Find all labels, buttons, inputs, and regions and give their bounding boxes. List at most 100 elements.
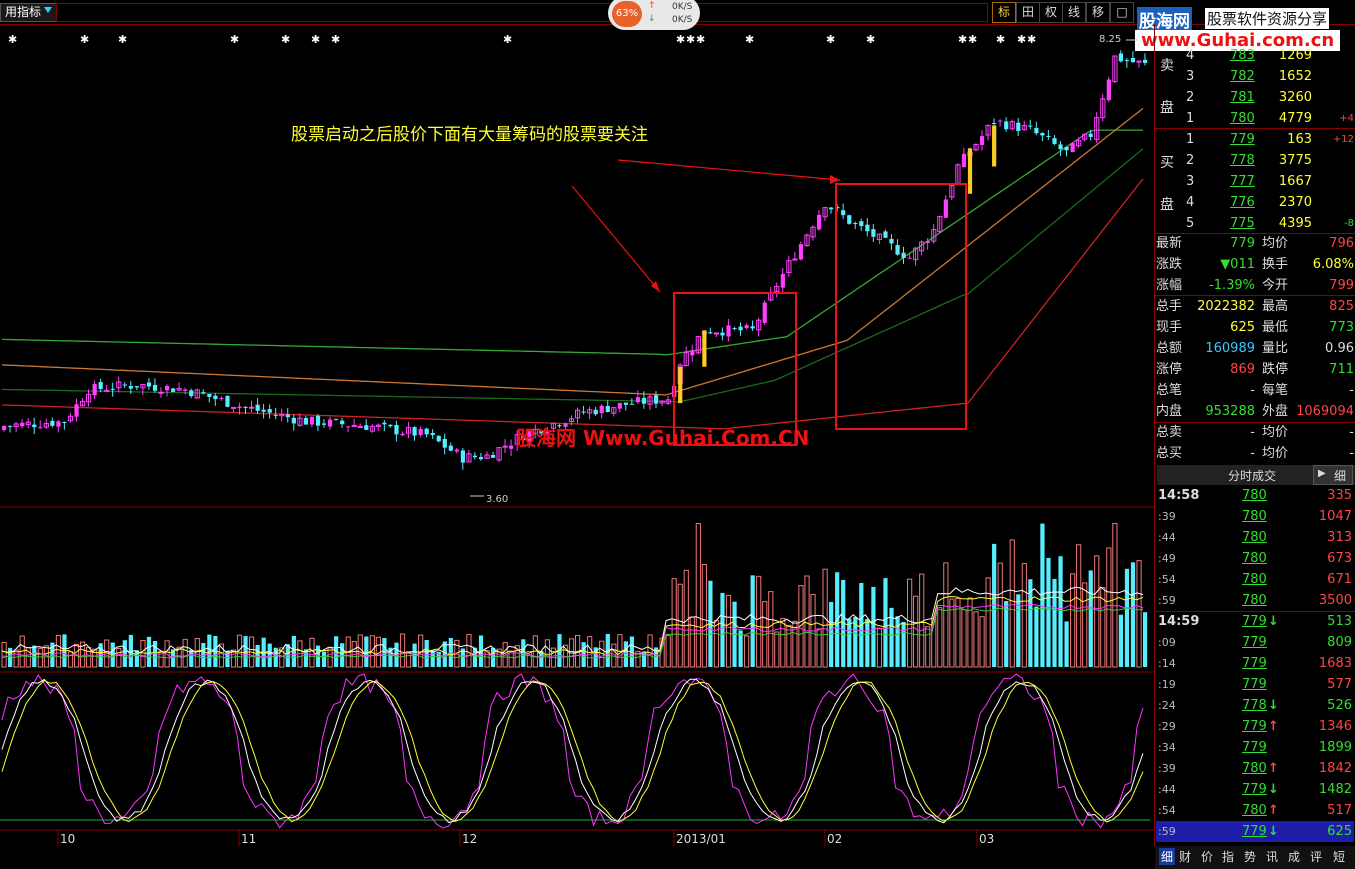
tick-row[interactable]: :54 780 671 xyxy=(1156,569,1354,590)
volume-bar xyxy=(122,640,127,667)
bottom-tab[interactable]: 财 xyxy=(1179,848,1191,865)
tick-price: 779 xyxy=(1242,824,1267,839)
bottom-tab[interactable]: 细 xyxy=(1159,848,1176,865)
toolbar-button-4[interactable]: 移 xyxy=(1086,2,1110,23)
candle-body xyxy=(110,388,115,390)
sell-book-price[interactable]: 781 xyxy=(1230,87,1255,108)
stat-value: 6.08% xyxy=(1312,257,1354,272)
candle-body xyxy=(1034,127,1039,134)
volume-bar xyxy=(985,577,991,668)
volume-bar xyxy=(750,575,755,667)
tick-row[interactable]: :49 780 673 xyxy=(1156,548,1354,569)
volume-bar xyxy=(1124,568,1130,667)
detail-button[interactable]: ▶ 细 xyxy=(1313,465,1353,485)
sell-book-volume: 1652 xyxy=(1278,69,1312,84)
sell-book-label-b: 盘 xyxy=(1160,100,1174,116)
tick-price: 779 xyxy=(1242,782,1267,797)
tick-price: 780 xyxy=(1242,551,1267,566)
down-arrow-icon: ↓ xyxy=(1268,782,1279,797)
buy-book-price[interactable]: 777 xyxy=(1230,171,1255,192)
stat-value: -1.39% xyxy=(1209,278,1255,293)
candle-body xyxy=(327,419,333,427)
volume-bar xyxy=(865,618,870,667)
tick-row[interactable]: 14:58 780 335 xyxy=(1156,485,1354,506)
bottom-tab[interactable]: 价 xyxy=(1201,848,1213,865)
volume-bar xyxy=(1130,562,1136,667)
bottom-tab[interactable]: 指 xyxy=(1222,848,1234,865)
bottom-tab[interactable]: 势 xyxy=(1244,848,1256,865)
candle-body xyxy=(895,245,900,255)
stat-value: - xyxy=(1250,446,1255,461)
tick-row[interactable]: :39 780 1047 xyxy=(1156,506,1354,527)
stat-key: 涨跌 xyxy=(1156,257,1183,272)
buy-book-label-b: 盘 xyxy=(1160,197,1174,213)
tick-row[interactable]: :44 779 ↓ 1482 xyxy=(1156,779,1354,800)
tick-row[interactable]: :44 780 313 xyxy=(1156,527,1354,548)
volume-bar xyxy=(364,636,369,667)
tick-row[interactable]: :34 779 1899 xyxy=(1156,737,1354,758)
candle-body xyxy=(865,224,870,232)
bottom-tab[interactable]: 短 xyxy=(1333,848,1345,865)
tick-volume: 673 xyxy=(1327,551,1352,566)
toolbar-button-2[interactable]: 权 xyxy=(1039,2,1063,23)
candle-body xyxy=(255,404,260,411)
tick-row[interactable]: 14:59 779 ↓ 513 xyxy=(1156,611,1354,632)
candle-body xyxy=(901,252,906,259)
chevron-down-icon[interactable] xyxy=(44,7,52,13)
sell-book-price[interactable]: 783 xyxy=(1230,45,1255,66)
sell-book-price[interactable]: 780 xyxy=(1230,108,1255,129)
tick-price: 779 xyxy=(1242,740,1267,755)
candle-body xyxy=(635,397,641,403)
buy-book-price[interactable]: 779 xyxy=(1230,129,1255,150)
indicator-param-bar[interactable] xyxy=(56,3,988,22)
volume-bar xyxy=(967,597,973,668)
toolbar-button-1[interactable]: 田 xyxy=(1016,2,1040,23)
stat-value: ▼011 xyxy=(1220,257,1255,272)
tick-volume: 1047 xyxy=(1318,509,1352,524)
volume-bar xyxy=(424,639,429,667)
buy-book-price[interactable]: 775 xyxy=(1230,213,1255,234)
tick-volume: 809 xyxy=(1327,635,1352,650)
tick-row[interactable]: :59 779 ↓ 625 xyxy=(1156,821,1354,842)
buy-book-delta xyxy=(1330,192,1354,213)
bottom-tab[interactable]: 评 xyxy=(1310,848,1322,865)
bottom-tab[interactable]: 讯 xyxy=(1266,848,1278,865)
tick-row[interactable]: :54 780 ↑ 517 xyxy=(1156,800,1354,821)
volume-bar xyxy=(448,637,453,667)
down-arrow-icon: ↓ xyxy=(1268,698,1279,713)
tick-volume: 1683 xyxy=(1318,656,1352,671)
volume-bar xyxy=(140,640,146,668)
stat-key: 均价 xyxy=(1262,425,1289,440)
panel-divider xyxy=(1154,24,1155,846)
toolbar-button-0[interactable]: 标 xyxy=(992,2,1016,23)
tick-row[interactable]: :14 779 1683 xyxy=(1156,653,1354,674)
tick-time: :34 xyxy=(1158,741,1176,754)
volume-bar xyxy=(340,643,345,667)
up-arrow-icon: ↑ xyxy=(1268,803,1279,818)
candle-body xyxy=(690,350,695,356)
tick-row[interactable]: :59 780 3500 xyxy=(1156,590,1354,611)
stat-key: 总笔 xyxy=(1156,383,1183,398)
buy-book-price[interactable]: 778 xyxy=(1230,150,1255,171)
tick-row[interactable]: :29 779 ↑ 1346 xyxy=(1156,716,1354,737)
tick-row[interactable]: :09 779 809 xyxy=(1156,632,1354,653)
volume-bar xyxy=(786,624,792,668)
stat-key: 外盘 xyxy=(1262,404,1289,419)
high-price-label: 8.25 xyxy=(1099,34,1122,45)
toolbar-button-5[interactable]: □ xyxy=(1110,2,1134,23)
volume-bar xyxy=(32,645,37,667)
sell-book-price[interactable]: 782 xyxy=(1230,66,1255,87)
toolbar-button-3[interactable]: 线 xyxy=(1062,2,1086,23)
tick-row[interactable]: :19 779 577 xyxy=(1156,674,1354,695)
candle-body xyxy=(641,397,647,404)
tick-row[interactable]: :24 778 ↓ 526 xyxy=(1156,695,1354,716)
annotation-box-2 xyxy=(835,183,967,430)
bottom-tab[interactable]: 成 xyxy=(1288,848,1300,865)
volume-bar xyxy=(1009,539,1015,668)
candle-body xyxy=(134,386,140,388)
candle-body xyxy=(436,435,441,442)
buy-book-price[interactable]: 776 xyxy=(1230,192,1255,213)
tick-row[interactable]: :39 780 ↑ 1842 xyxy=(1156,758,1354,779)
tick-volume: 3500 xyxy=(1318,593,1352,608)
candle-body xyxy=(309,416,315,425)
